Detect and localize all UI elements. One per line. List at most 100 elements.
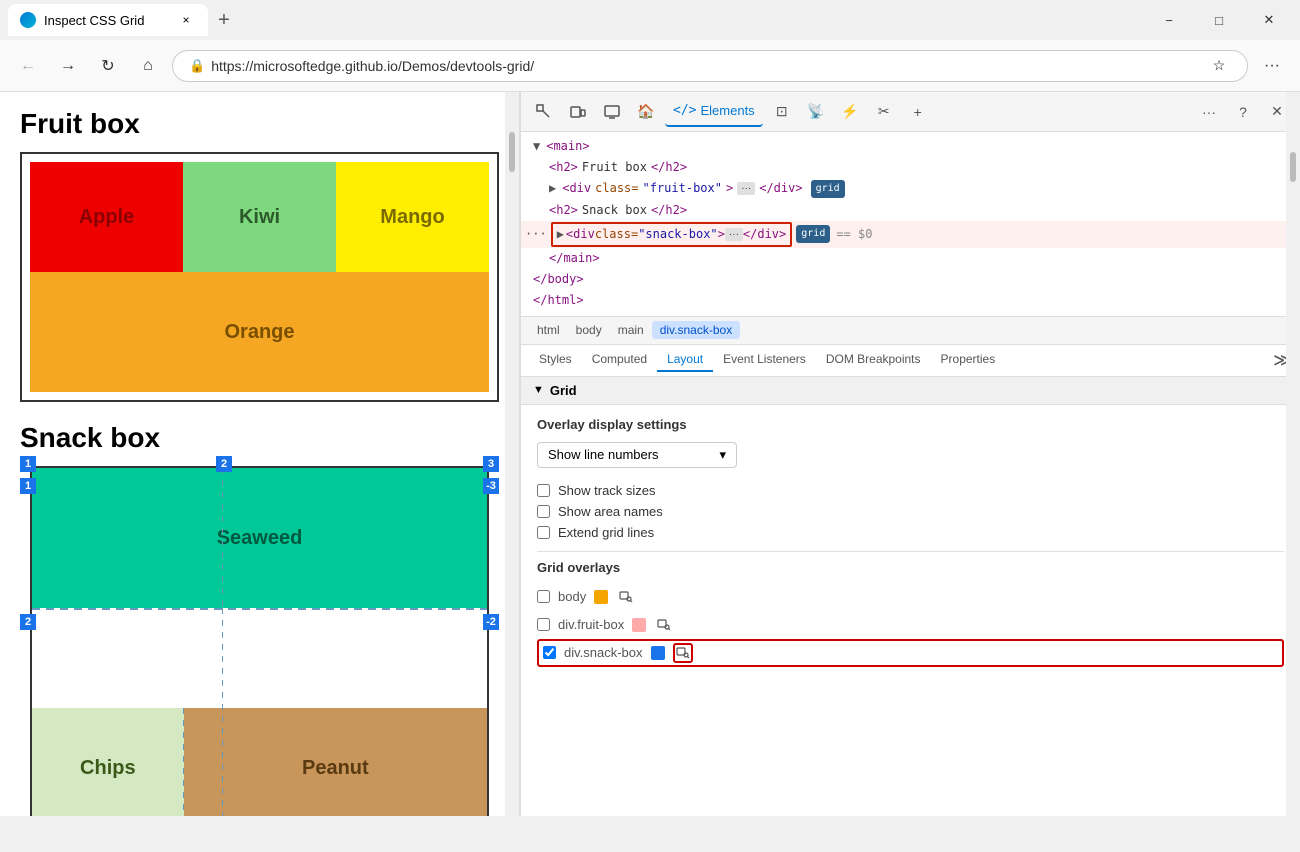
bc-html[interactable]: html — [529, 321, 568, 339]
tab-computed[interactable]: Computed — [582, 348, 657, 372]
body-overlay-checkbox[interactable] — [537, 590, 550, 603]
extend-grid-lines-checkbox[interactable] — [537, 526, 550, 539]
dom-line-html-close[interactable]: </html> — [521, 290, 1300, 311]
grid-label-top-2: 2 — [216, 456, 232, 472]
fruit-box-overlay-label[interactable]: div.fruit-box — [558, 617, 624, 632]
more-tools-button[interactable]: ··· — [1194, 97, 1224, 127]
fruit-grid-badge: grid — [811, 180, 845, 198]
snack-box-wrapper: 1 2 3 1 2 3 -3 -2 -1 -3 -2 -1 Seaweed — [30, 466, 489, 816]
show-track-sizes-checkbox[interactable] — [537, 484, 550, 497]
minimize-button[interactable]: − — [1146, 4, 1192, 36]
edge-favicon-icon — [20, 12, 36, 28]
sources-panel-button[interactable]: ⊡ — [767, 97, 797, 127]
fruit-expand-icon[interactable]: ▶ — [549, 179, 556, 198]
snack-color-swatch — [651, 646, 665, 660]
kiwi-cell: Kiwi — [183, 162, 336, 272]
back-button[interactable]: ← — [12, 50, 44, 82]
dom-tree: ▼ <main> <h2>Fruit box</h2> ▶ <div class… — [521, 132, 1300, 317]
maximize-button[interactable]: □ — [1196, 4, 1242, 36]
show-track-sizes-label[interactable]: Show track sizes — [558, 483, 656, 498]
network-panel-button[interactable]: 📡 — [801, 97, 831, 127]
extend-grid-lines-label[interactable]: Extend grid lines — [558, 525, 654, 540]
dom-line-main-close[interactable]: </main> — [521, 248, 1300, 269]
dom-line-snack-box[interactable]: ··· ▶ <div class="snack-box"> ··· </div>… — [521, 221, 1300, 248]
body-color-swatch — [594, 590, 608, 604]
body-overlay-icon-button[interactable] — [616, 587, 636, 607]
dropdown-label: Show line numbers — [548, 447, 659, 462]
new-tab-button[interactable]: + — [208, 4, 240, 36]
extra-panels-button[interactable]: ✂ — [869, 97, 899, 127]
device-emulation-button[interactable] — [563, 97, 593, 127]
bc-snack-box[interactable]: div.snack-box — [652, 321, 740, 339]
eq-s0-text: == $0 — [836, 225, 872, 244]
bc-body[interactable]: body — [568, 321, 610, 339]
dom-line-fruit-box[interactable]: ▶ <div class="fruit-box"> ··· </div> gri… — [521, 178, 1300, 199]
inspect-element-button[interactable] — [529, 97, 559, 127]
snack-box-overlay-label[interactable]: div.snack-box — [564, 645, 643, 660]
help-button[interactable]: ? — [1228, 97, 1258, 127]
fruit-box-overlay-icon-button[interactable] — [654, 615, 674, 635]
fruit-color-swatch — [632, 618, 646, 632]
tab-dom-breakpoints[interactable]: DOM Breakpoints — [816, 348, 931, 372]
dom-line-main-open[interactable]: ▼ <main> — [521, 136, 1300, 157]
show-area-names-checkbox[interactable] — [537, 505, 550, 518]
devtools-scrollbar[interactable] — [1286, 92, 1300, 816]
dom-line-h2-snack[interactable]: <h2>Snack box</h2> — [521, 200, 1300, 221]
forward-button[interactable]: → — [52, 50, 84, 82]
body-overlay-label[interactable]: body — [558, 589, 586, 604]
grid-label-left-2: 2 — [20, 614, 36, 630]
fruit-box: Apple Kiwi Mango Orange — [20, 152, 499, 402]
tab-title: Inspect CSS Grid — [44, 13, 144, 28]
tab-layout[interactable]: Layout — [657, 348, 713, 372]
fruit-box-overlay-checkbox[interactable] — [537, 618, 550, 631]
more-button[interactable]: ··· — [1256, 50, 1288, 82]
show-area-names-label[interactable]: Show area names — [558, 504, 663, 519]
grid-label-right-n2: -2 — [483, 614, 499, 630]
dom-line-body-close[interactable]: </body> — [521, 269, 1300, 290]
browser-tab[interactable]: Inspect CSS Grid × — [8, 4, 208, 36]
home-devtools-button[interactable]: 🏠 — [631, 97, 661, 127]
three-dots-left: ··· — [521, 225, 551, 244]
grid-section-header[interactable]: ▼ Grid — [521, 377, 1300, 405]
left-scrollbar[interactable] — [505, 92, 519, 816]
fruit-box-dots-button[interactable]: ··· — [737, 182, 755, 195]
panel-tabs: Styles Computed Layout Event Listeners D… — [521, 345, 1300, 377]
bc-main[interactable]: main — [610, 321, 652, 339]
screen-cast-button[interactable] — [597, 97, 627, 127]
add-panel-button[interactable]: + — [903, 97, 933, 127]
webpage-content: Fruit box Apple Kiwi Mango Orange Snack … — [0, 92, 520, 816]
address-input[interactable]: 🔒 https://microsoftedge.github.io/Demos/… — [172, 50, 1248, 82]
snack-box-heading: Snack box — [20, 422, 499, 454]
snack-box-dom-highlighted[interactable]: ▶ <div class="snack-box"> ··· </div> — [551, 222, 793, 247]
main-area: Fruit box Apple Kiwi Mango Orange Snack … — [0, 92, 1300, 816]
peanut-cell: Peanut — [184, 708, 487, 816]
grid-section-body: Overlay display settings Show line numbe… — [521, 405, 1300, 679]
tab-styles[interactable]: Styles — [529, 348, 582, 372]
chips-cell: Chips — [32, 708, 184, 816]
close-button[interactable]: ✕ — [1246, 4, 1292, 36]
devtools-toolbar: 🏠 </> Elements ⊡ 📡 ⚡ ✂ + ··· ? ✕ — [521, 92, 1300, 132]
reload-button[interactable]: ↻ — [92, 50, 124, 82]
breadcrumb: html body main div.snack-box — [521, 317, 1300, 345]
tab-close-button[interactable]: × — [176, 10, 196, 30]
line-numbers-dropdown[interactable]: Show line numbers ▾ — [537, 442, 737, 468]
snack-expand-icon[interactable]: ▶ — [557, 225, 564, 244]
fruit-box-heading: Fruit box — [20, 108, 499, 140]
favorite-icon[interactable]: ☆ — [1207, 54, 1231, 78]
expand-arrow-icon[interactable]: ▼ — [533, 137, 540, 156]
dom-line-h2-fruit[interactable]: <h2>Fruit box</h2> — [521, 157, 1300, 178]
title-bar: Inspect CSS Grid × + − □ ✕ — [0, 0, 1300, 40]
home-button[interactable]: ⌂ — [132, 50, 164, 82]
snack-box-dots-button[interactable]: ··· — [725, 228, 743, 241]
grid-label-top-1: 1 — [20, 456, 36, 472]
tab-properties[interactable]: Properties — [931, 348, 1006, 372]
tab-event-listeners[interactable]: Event Listeners — [713, 348, 816, 372]
devtools-scroll-thumb — [1290, 152, 1296, 182]
snack-box-overlay-icon-button[interactable] — [673, 643, 693, 663]
orange-cell: Orange — [30, 272, 489, 392]
snack-box-overlay-checkbox[interactable] — [543, 646, 556, 659]
performance-panel-button[interactable]: ⚡ — [835, 97, 865, 127]
elements-panel-button[interactable]: </> Elements — [665, 97, 763, 127]
show-track-sizes-row: Show track sizes — [537, 480, 1284, 501]
layout-panel: ▼ Grid Overlay display settings Show lin… — [521, 377, 1300, 817]
